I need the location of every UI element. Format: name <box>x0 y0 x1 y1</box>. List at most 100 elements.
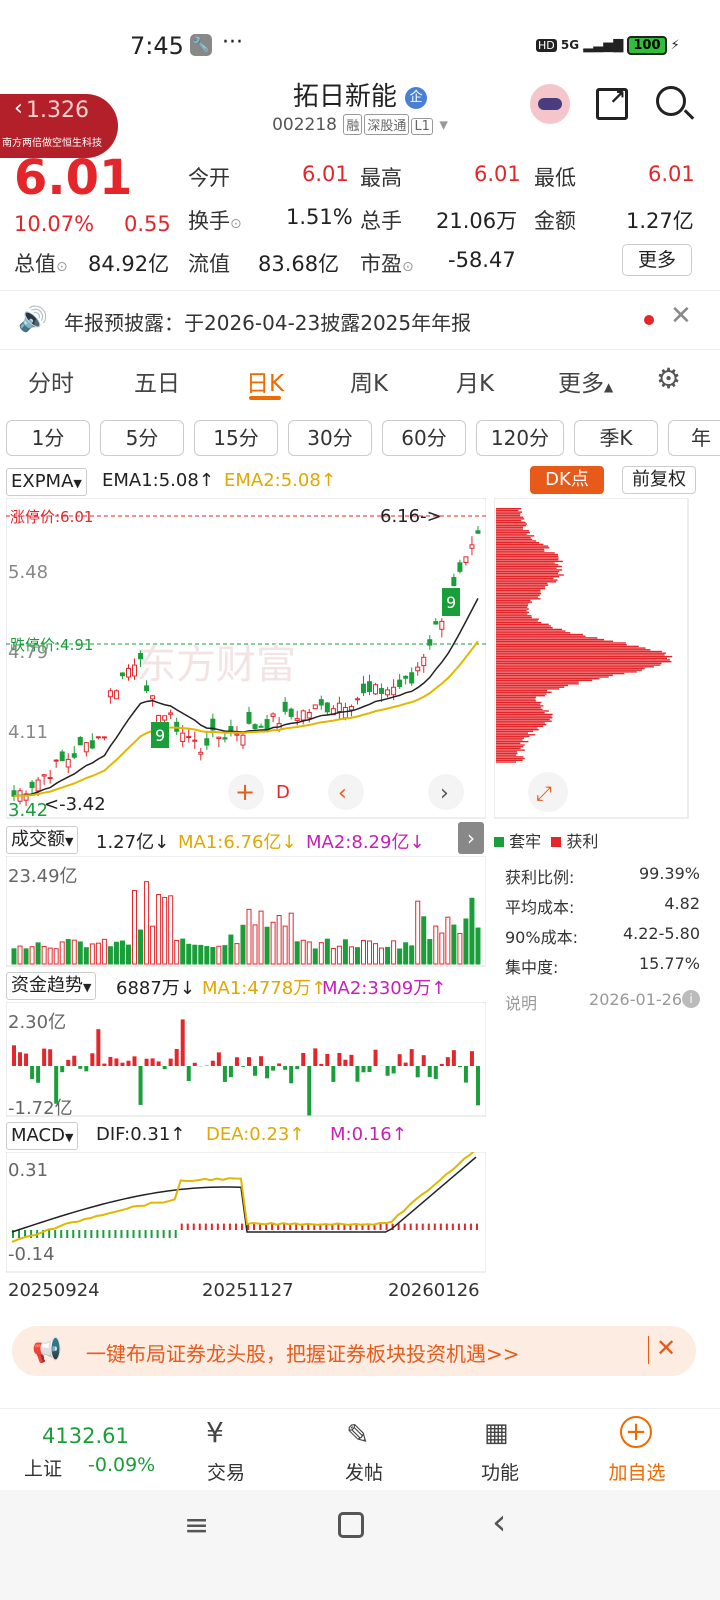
notice-bar[interactable]: 🔊 年报预披露：于2026-04-23披露2025年年报 ✕ <box>0 290 720 350</box>
candle-body <box>336 702 342 712</box>
interval-15min[interactable]: 15分 <box>194 420 278 456</box>
add-watchlist-button[interactable]: 加自选 <box>600 1458 674 1485</box>
menu-nav-icon[interactable]: ≡ <box>184 1508 209 1543</box>
fund-bar <box>102 1063 107 1066</box>
fund-bar <box>385 1066 390 1076</box>
candle-body <box>318 699 324 706</box>
chip-note[interactable]: 说明 i 2026-01-26 <box>505 990 700 1014</box>
change-percent: 10.07% <box>14 212 95 236</box>
tag-level: L1 <box>411 118 433 135</box>
macd-bar <box>397 1223 400 1230</box>
fund-bar <box>126 1060 131 1066</box>
chip-bar <box>496 735 530 738</box>
volume-bar <box>53 948 59 965</box>
interval-year[interactable]: 年 <box>668 420 720 456</box>
candle-body <box>457 562 463 572</box>
fund-bar <box>301 1052 306 1066</box>
promo-banner[interactable]: 📢 一键布局证券龙头股，把握证券板块投资机遇>> ✕ <box>12 1326 696 1376</box>
macd-bar <box>433 1223 436 1230</box>
volume-select[interactable]: 成交额▼ <box>6 826 79 854</box>
interval-120min[interactable]: 120分 <box>476 420 564 456</box>
macd-select[interactable]: MACD▼ <box>6 1122 79 1150</box>
adjust-button[interactable]: 前复权 <box>622 466 696 494</box>
chip-bar <box>496 603 529 605</box>
dropdown-icon[interactable]: ▾ <box>439 115 448 135</box>
function-grid-icon[interactable]: ▦ <box>484 1418 509 1448</box>
chip-bar <box>496 584 549 586</box>
chip-bar <box>496 548 545 551</box>
chip-bar <box>496 723 547 726</box>
home-nav-icon[interactable] <box>338 1512 364 1538</box>
chip-bar <box>496 642 626 644</box>
chip-bar <box>496 701 542 704</box>
chip-bar <box>496 650 662 653</box>
volume-top-label: 23.49亿 <box>8 866 78 887</box>
chip-bar <box>496 657 667 659</box>
candle-body <box>288 708 294 717</box>
candle-body <box>354 698 360 701</box>
volume-bar <box>312 948 318 965</box>
interval-5min[interactable]: 5分 <box>100 420 184 456</box>
fund-select[interactable]: 资金趋势▼ <box>6 972 97 1000</box>
volume-bar <box>192 944 198 965</box>
fund-bar <box>120 1062 125 1066</box>
volume-bar <box>336 945 342 965</box>
post-button[interactable]: 发帖 <box>334 1458 394 1485</box>
chip-bar <box>496 734 536 736</box>
search-icon[interactable] <box>656 86 695 120</box>
chip-bar <box>496 623 549 625</box>
tab-more[interactable]: 更多▲ <box>558 364 613 398</box>
add-watchlist-icon[interactable]: + <box>620 1416 652 1448</box>
market-cap-label: 总值⊙ <box>14 252 68 276</box>
macd-bar <box>66 1230 69 1238</box>
dk-point-button[interactable]: DK点 <box>530 466 604 494</box>
post-icon[interactable]: ✎ <box>346 1418 369 1451</box>
robot-assistant-icon[interactable] <box>530 84 570 124</box>
back-nav-icon[interactable]: ‹ <box>492 1502 506 1543</box>
candle-body <box>59 751 65 762</box>
fund-bar <box>415 1066 420 1078</box>
tab-5day[interactable]: 五日 <box>134 364 180 398</box>
trade-button[interactable]: 交易 <box>196 1458 256 1485</box>
chip-bar <box>496 644 627 646</box>
fund-bar <box>295 1066 300 1070</box>
banner-close-icon[interactable]: ✕ <box>656 1334 676 1362</box>
candle-body <box>83 742 89 753</box>
close-icon[interactable]: ✕ <box>670 301 692 331</box>
chip-bar <box>496 746 524 748</box>
interval-30min[interactable]: 30分 <box>288 420 372 456</box>
tab-weekly-k[interactable]: 周K <box>350 364 388 398</box>
trade-icon[interactable]: ¥ <box>206 1416 224 1449</box>
collapse-panel-icon[interactable]: › <box>458 822 484 854</box>
tab-monthly-k[interactable]: 月K <box>456 364 494 398</box>
kline-chart[interactable]: 东方财富 涨停价:6.01 跌停价:4.91 5.48 4.79 4.11 6.… <box>6 498 486 820</box>
candle-body <box>162 715 168 721</box>
macd-bar <box>132 1230 135 1238</box>
chip-bar <box>496 577 554 580</box>
share-icon[interactable]: ↗ <box>596 85 628 120</box>
fund-bar <box>138 1066 143 1105</box>
volume-bar <box>288 912 294 965</box>
volume-bar <box>403 942 409 965</box>
settings-gear-icon[interactable]: ⚙ <box>656 362 681 395</box>
tab-daily-k[interactable]: 日K <box>246 364 284 398</box>
candle-body <box>113 690 119 700</box>
legend-profit: 获利 <box>566 832 599 851</box>
chip-bar <box>496 630 566 632</box>
more-button[interactable]: 更多 <box>622 244 692 276</box>
function-button[interactable]: 功能 <box>470 1458 530 1485</box>
macd-bar <box>210 1223 213 1230</box>
volume-bar <box>342 939 348 965</box>
tab-intraday[interactable]: 分时 <box>28 364 74 398</box>
interval-quarter[interactable]: 季K <box>574 420 658 456</box>
volume-bar <box>228 934 234 965</box>
volume-bar <box>156 894 162 965</box>
zoom-in-icon: + <box>235 778 255 806</box>
candle-body <box>222 737 228 740</box>
fund-top-label: 2.30亿 <box>8 1012 66 1033</box>
chip-bar <box>496 759 523 761</box>
interval-60min[interactable]: 60分 <box>382 420 466 456</box>
indicator-select[interactable]: EXPMA▼ <box>6 468 87 496</box>
candle-body <box>246 712 252 724</box>
interval-1min[interactable]: 1分 <box>6 420 90 456</box>
